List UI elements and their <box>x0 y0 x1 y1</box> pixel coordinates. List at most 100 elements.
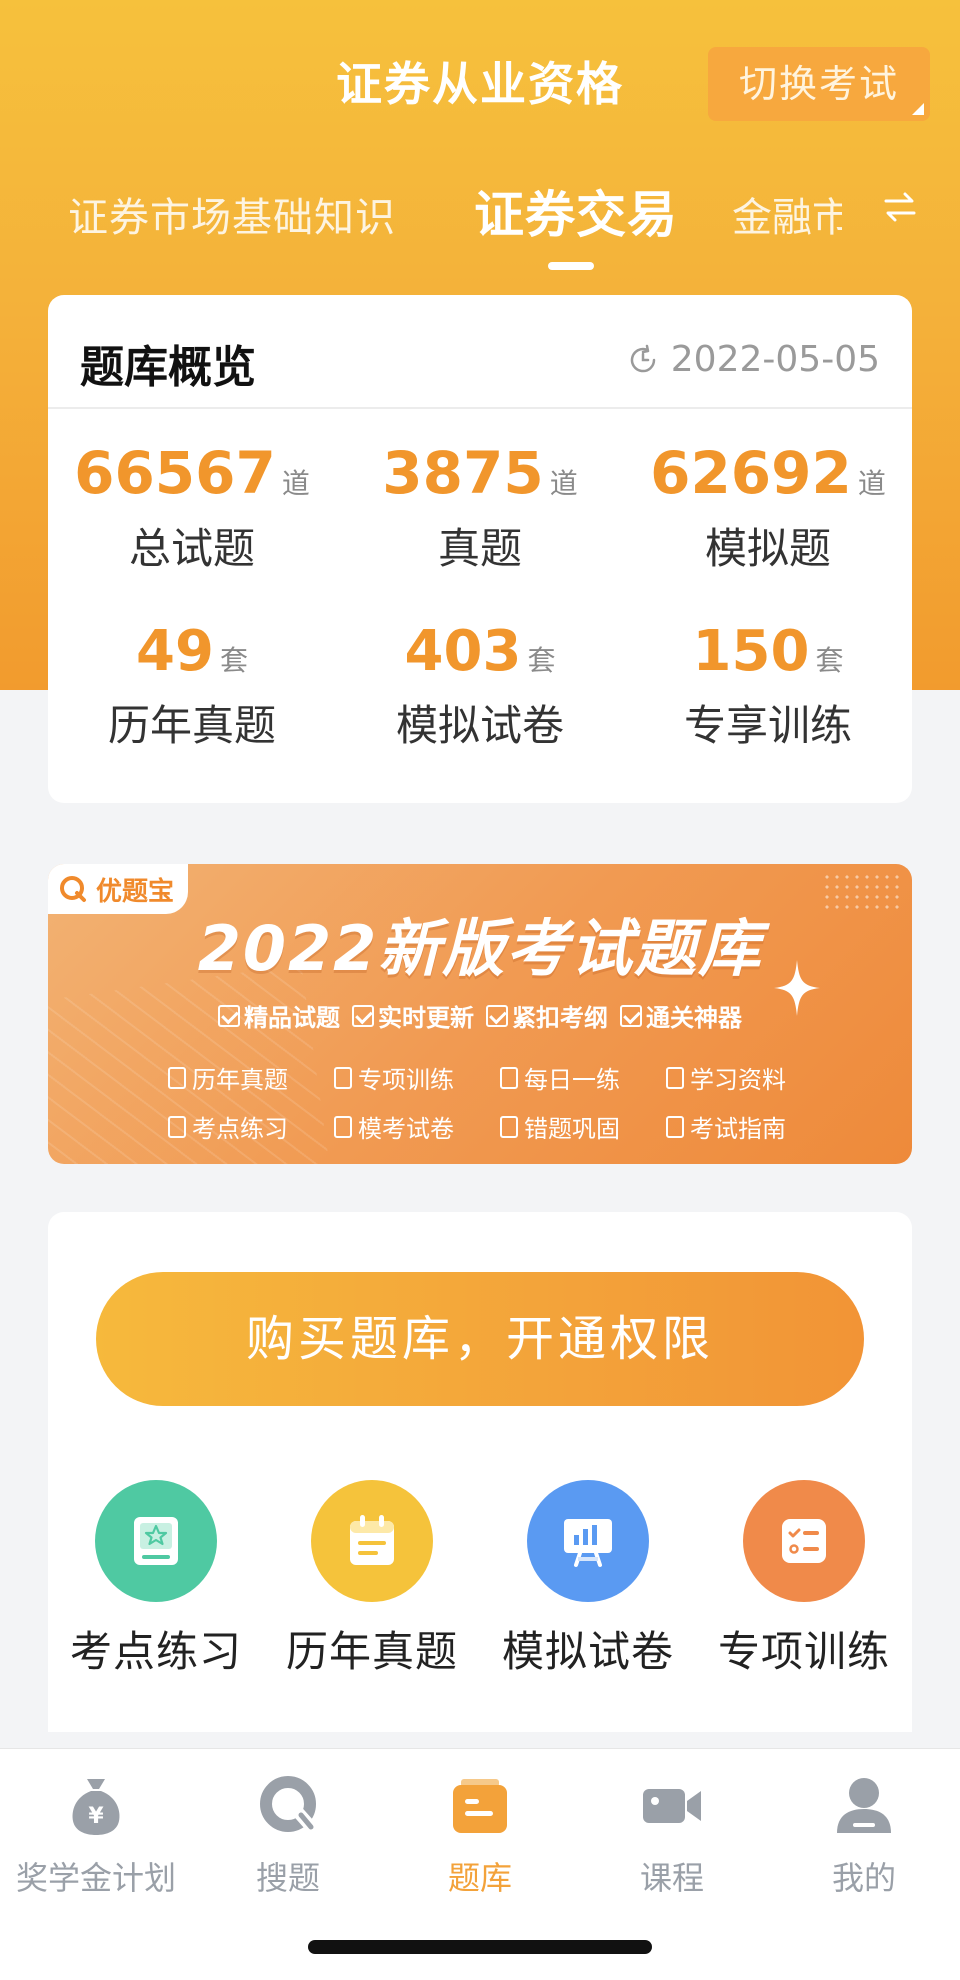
action-special-training[interactable]: 专项训练 <box>696 1480 912 1679</box>
stat-label: 模拟试卷 <box>395 701 564 750</box>
banner-feature: 历年真题 <box>168 1060 334 1095</box>
stat-unit: 套 <box>815 644 844 677</box>
feature-label: 考点练习 <box>192 1115 288 1143</box>
overview-title: 题库概览 <box>80 342 256 393</box>
stat-unit: 道 <box>857 467 886 500</box>
list-icon <box>500 1115 518 1138</box>
tabbar-label: 搜题 <box>255 1859 320 1897</box>
divider <box>48 407 912 409</box>
action-past-exams[interactable]: 历年真题 <box>264 1480 480 1679</box>
books-icon <box>666 1066 684 1089</box>
stat-mock-papers[interactable]: 403 套 模拟试卷 <box>336 619 624 753</box>
action-label: 历年真题 <box>285 1627 458 1676</box>
document-icon <box>168 1066 186 1089</box>
feature-label: 学习资料 <box>690 1066 786 1094</box>
actions-card: 购买题库，开通权限 考点练习 历年真题 模拟试卷 专项训练 <box>48 1212 912 1732</box>
tabbar-label: 课程 <box>639 1859 704 1897</box>
stat-unit: 套 <box>219 644 248 677</box>
stat-label: 总试题 <box>128 524 255 573</box>
checkbox-icon <box>218 1004 240 1027</box>
switch-exam-button[interactable]: 切换考试 <box>708 47 930 121</box>
banner-tag: 精品试题 <box>218 998 340 1033</box>
tag-label: 精品试题 <box>244 1004 340 1032</box>
tabbar-item-scholarship[interactable]: ¥ 奖学金计划 <box>0 1771 192 1899</box>
video-camera-icon <box>643 1789 701 1823</box>
stat-unit: 道 <box>549 467 578 500</box>
tag-label: 实时更新 <box>378 1004 474 1032</box>
tabbar-label: 题库 <box>447 1859 512 1897</box>
stat-value: 49 <box>136 619 214 684</box>
stat-exclusive-training[interactable]: 150 套 专享训练 <box>624 619 912 753</box>
feature-label: 每日一练 <box>524 1066 620 1094</box>
stat-label: 历年真题 <box>107 701 276 750</box>
banner-feature: 专项训练 <box>334 1060 500 1095</box>
money-bag-icon: ¥ <box>72 1779 120 1835</box>
checkbox-icon <box>352 1004 374 1027</box>
banner-feature: 每日一练 <box>500 1060 666 1095</box>
search-icon <box>260 1776 319 1835</box>
stat-label: 真题 <box>437 524 522 573</box>
switch-exam-label: 切换考试 <box>738 62 899 106</box>
corner-triangle-icon <box>912 103 924 115</box>
question-bank-icon <box>453 1779 507 1833</box>
checkbox-icon <box>486 1004 508 1027</box>
refresh-clock-icon <box>630 344 656 372</box>
stat-mock-questions: 62692 道 模拟题 <box>624 439 912 576</box>
stat-value: 66567 <box>74 439 276 507</box>
checklist-icon <box>782 1519 826 1563</box>
home-indicator[interactable] <box>308 1940 652 1954</box>
action-keypoint-practice[interactable]: 考点练习 <box>48 1480 264 1679</box>
calendar-icon <box>350 1515 394 1565</box>
action-icon-bg <box>311 1480 433 1602</box>
banner-features: 历年真题 专项训练 每日一练 学习资料 考点练习 模考试卷 错题巩固 考试指南 <box>168 1060 868 1144</box>
banner-feature: 考点练习 <box>168 1109 334 1144</box>
stat-value: 403 <box>404 619 522 684</box>
action-icon-bg <box>743 1480 865 1602</box>
tab-finance-market[interactable]: 金融市 <box>732 185 842 243</box>
banner-tag: 紧扣考纲 <box>486 998 608 1033</box>
tabbar-label: 我的 <box>831 1859 896 1897</box>
stat-unit: 套 <box>527 644 556 677</box>
action-mock-papers[interactable]: 模拟试卷 <box>480 1480 696 1679</box>
stat-past-exams[interactable]: 49 套 历年真题 <box>48 619 336 753</box>
promo-banner[interactable]: 优题宝 2022新版考试题库 精品试题 实时更新 紧扣考纲 通关神器 历年真题 … <box>48 864 912 1164</box>
tag-label: 通关神器 <box>646 1004 742 1032</box>
feature-label: 专项训练 <box>358 1066 454 1094</box>
banner-tags: 精品试题 实时更新 紧扣考纲 通关神器 <box>48 998 912 1033</box>
book-icon <box>334 1066 352 1089</box>
overview-date: 2022-05-05 <box>627 339 880 380</box>
stat-real-questions: 3875 道 真题 <box>336 439 624 576</box>
active-tab-indicator <box>548 262 594 270</box>
tab-securities-trading[interactable]: 证券交易 <box>474 175 678 247</box>
banner-feature: 错题巩固 <box>500 1109 666 1144</box>
subject-tabs: 证券市场基础知识 证券交易 金融市 <box>0 175 960 270</box>
stat-total-questions: 66567 道 总试题 <box>48 439 336 576</box>
feature-label: 模考试卷 <box>358 1115 454 1143</box>
stat-value: 150 <box>692 619 810 684</box>
svg-text:¥: ¥ <box>88 1804 104 1829</box>
buy-question-bank-button[interactable]: 购买题库，开通权限 <box>96 1272 864 1406</box>
date-text: 2022-05-05 <box>670 339 880 380</box>
tabbar-item-question-bank[interactable]: 题库 <box>384 1771 576 1899</box>
tag-label: 紧扣考纲 <box>512 1004 608 1032</box>
checkbox-icon <box>620 1004 642 1027</box>
stat-value: 3875 <box>382 439 544 507</box>
feature-label: 考试指南 <box>690 1115 786 1143</box>
stat-label: 专享训练 <box>683 701 852 750</box>
stat-label: 模拟题 <box>704 524 831 573</box>
banner-feature: 学习资料 <box>666 1060 832 1095</box>
action-icon-bg <box>527 1480 649 1602</box>
tabbar-label: 奖学金计划 <box>15 1859 176 1897</box>
clipboard-icon <box>168 1115 186 1138</box>
banner-tag: 通关神器 <box>620 998 742 1033</box>
tab-market-basics[interactable]: 证券市场基础知识 <box>68 185 396 243</box>
tabbar-item-profile[interactable]: 我的 <box>768 1771 960 1899</box>
tabbar-item-search[interactable]: 搜题 <box>192 1771 384 1899</box>
swap-arrows-icon[interactable] <box>880 187 920 227</box>
tabbar-item-courses[interactable]: 课程 <box>576 1771 768 1899</box>
action-icon-bg <box>95 1480 217 1602</box>
banner-tag: 实时更新 <box>352 998 474 1033</box>
action-label: 专项训练 <box>717 1627 890 1676</box>
feature-label: 错题巩固 <box>524 1115 620 1143</box>
pencil-icon <box>500 1066 518 1089</box>
